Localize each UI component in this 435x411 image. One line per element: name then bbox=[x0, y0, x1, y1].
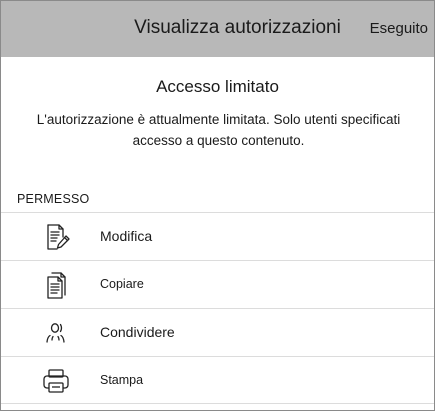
printer-icon bbox=[41, 366, 71, 396]
permission-item-print: Stampa bbox=[1, 356, 434, 404]
permission-label: Copiare bbox=[100, 277, 144, 291]
permissions-section-header: PERMESSO bbox=[17, 192, 90, 206]
permission-label: Condividere bbox=[100, 324, 175, 340]
permission-label: Stampa bbox=[100, 373, 144, 387]
permissions-list: Modifica Copiare Condividere Stampa bbox=[1, 212, 434, 404]
top-bar: Visualizza autorizzazioni Eseguito bbox=[1, 1, 434, 57]
permission-label: Modifica bbox=[100, 228, 153, 244]
permission-item-copy: Copiare bbox=[1, 260, 434, 308]
access-status-title: Accesso limitato bbox=[156, 77, 279, 96]
edit-document-icon bbox=[41, 222, 71, 252]
share-people-icon bbox=[41, 318, 71, 348]
access-status-description: L'autorizzazione è attualmente limitata.… bbox=[36, 112, 401, 148]
permissions-panel: Visualizza autorizzazioni Eseguito Acces… bbox=[0, 0, 435, 411]
permission-item-share: Condividere bbox=[1, 308, 434, 356]
copy-document-icon bbox=[41, 270, 71, 300]
permission-item-edit: Modifica bbox=[1, 212, 434, 260]
done-button[interactable]: Eseguito bbox=[370, 20, 428, 37]
